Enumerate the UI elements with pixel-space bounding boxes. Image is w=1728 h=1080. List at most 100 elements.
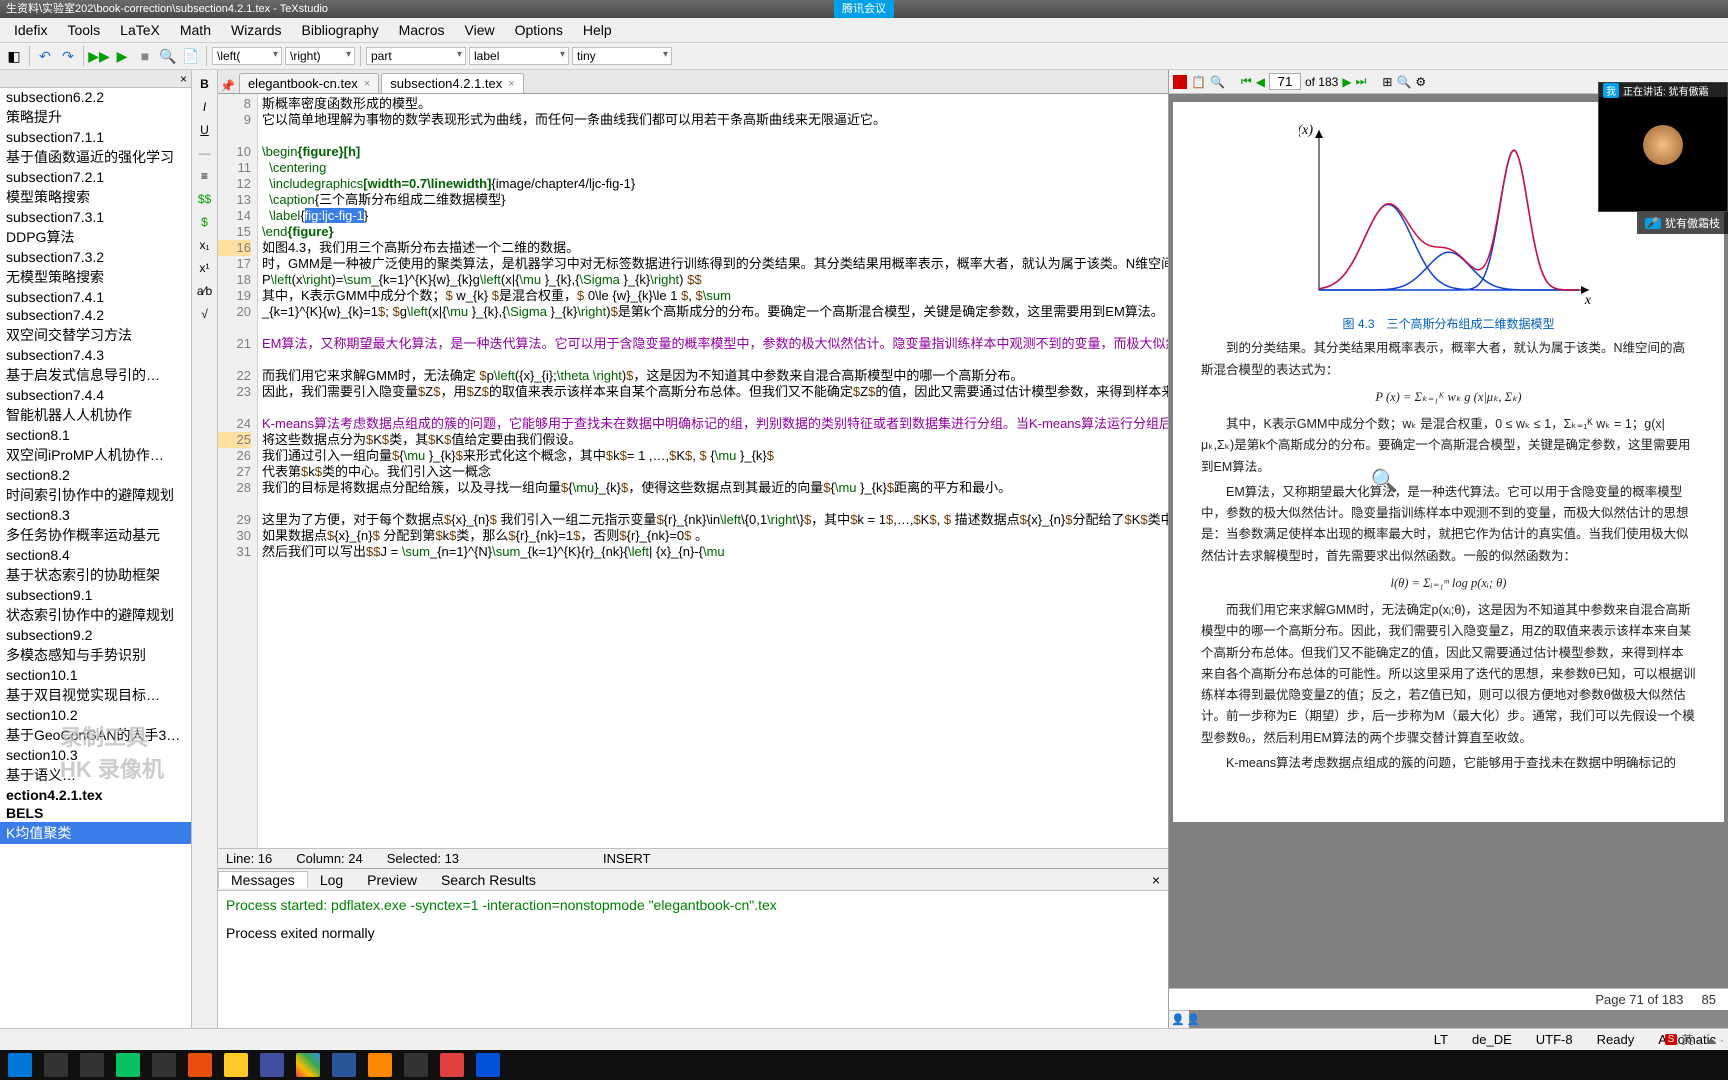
sidebar-item[interactable]: subsection7.2.1 bbox=[0, 168, 191, 186]
sidebar-item[interactable]: section8.2 bbox=[0, 466, 191, 484]
wechat-icon[interactable] bbox=[116, 1053, 140, 1077]
italic-icon[interactable]: I bbox=[195, 97, 215, 117]
sidebar-item[interactable]: section10.1 bbox=[0, 666, 191, 684]
underline-icon[interactable]: U bbox=[195, 120, 215, 140]
msg-tab-messages[interactable]: Messages bbox=[218, 871, 308, 888]
tencent-icon[interactable] bbox=[476, 1053, 500, 1077]
msg-tab-search[interactable]: Search Results bbox=[429, 872, 548, 888]
sidebar-item[interactable]: 基于启发式信息导引的… bbox=[0, 364, 191, 386]
status-enc[interactable]: UTF-8 bbox=[1536, 1032, 1573, 1047]
sidebar-item[interactable]: K均值聚类 bbox=[0, 822, 191, 844]
compile-icon[interactable]: ▶ bbox=[112, 46, 132, 66]
menu-idefix[interactable]: Idefix bbox=[4, 22, 57, 38]
pv-last-icon[interactable]: ⏭ bbox=[1356, 74, 1367, 89]
menu-help[interactable]: Help bbox=[573, 22, 622, 38]
sidebar-item[interactable]: ection4.2.1.tex bbox=[0, 786, 191, 804]
tb-divider-icon[interactable]: ◧ bbox=[4, 46, 24, 66]
sidebar-item[interactable]: DDPG算法 bbox=[0, 226, 191, 248]
frac-icon[interactable]: a⁄b bbox=[195, 281, 215, 301]
pv-page-input[interactable] bbox=[1269, 73, 1301, 90]
sup-icon[interactable]: x¹ bbox=[195, 258, 215, 278]
sidebar-item[interactable]: subsection7.4.4 bbox=[0, 386, 191, 404]
code-editor[interactable]: 89 1011121314151617181920 21 2223 242526… bbox=[218, 94, 1168, 848]
word-icon[interactable] bbox=[332, 1053, 356, 1077]
pv-find-icon[interactable]: 🔍 bbox=[1210, 75, 1225, 89]
sidebar-item[interactable]: subsection7.3.2 bbox=[0, 248, 191, 266]
menu-math[interactable]: Math bbox=[170, 22, 221, 38]
sidebar-item[interactable]: 无模型策略搜索 bbox=[0, 266, 191, 288]
sidebar-item[interactable]: 模型策略搜索 bbox=[0, 186, 191, 208]
close-icon[interactable]: × bbox=[364, 78, 370, 90]
sidebar-item[interactable]: section8.3 bbox=[0, 506, 191, 524]
sidebar-item[interactable]: subsection6.2.2 bbox=[0, 88, 191, 106]
stop-icon[interactable]: ■ bbox=[135, 46, 155, 66]
menu-wizards[interactable]: Wizards bbox=[221, 22, 292, 38]
menu-bibliography[interactable]: Bibliography bbox=[292, 22, 389, 38]
texstudio-icon[interactable] bbox=[260, 1053, 284, 1077]
menu-macros[interactable]: Macros bbox=[389, 22, 455, 38]
code-text[interactable]: 斯概率密度函数形成的模型。它以简单地理解为事物的数学表现形式为曲线，而任何一条曲… bbox=[258, 94, 1168, 848]
search-icon[interactable] bbox=[44, 1053, 68, 1077]
explorer-icon[interactable] bbox=[224, 1053, 248, 1077]
sidebar-item[interactable]: 基于值函数逼近的强化学习 bbox=[0, 146, 191, 168]
sub-icon[interactable]: x₁ bbox=[195, 235, 215, 255]
sqrt-icon[interactable]: √ bbox=[195, 304, 215, 324]
windows-taskbar[interactable] bbox=[0, 1050, 1728, 1080]
sidebar-item[interactable]: 时间索引协作中的避障规划 bbox=[0, 484, 191, 506]
system-tray[interactable]: S 英 · ☁ · bbox=[1665, 1031, 1724, 1048]
math-icon[interactable]: $$ bbox=[195, 189, 215, 209]
pv-flag-icon[interactable] bbox=[1173, 75, 1187, 89]
combo-left[interactable]: \left( bbox=[212, 47, 282, 65]
sidebar-item[interactable]: 状态索引协作中的避障规划 bbox=[0, 604, 191, 626]
sidebar-item[interactable]: subsection7.3.1 bbox=[0, 208, 191, 226]
taskview-icon[interactable] bbox=[80, 1053, 104, 1077]
chrome-icon[interactable] bbox=[296, 1053, 320, 1077]
pv-fit-icon[interactable]: ⊞ bbox=[1382, 75, 1392, 89]
pv-first-icon[interactable]: ⏮ bbox=[1241, 74, 1252, 89]
sidebar-item[interactable]: 双空间交替学习方法 bbox=[0, 324, 191, 346]
sidebar-item[interactable]: 基于双目视觉实现目标… bbox=[0, 684, 191, 706]
video-overlay[interactable]: 正在讲话: 犹有傲霜 bbox=[1598, 82, 1728, 212]
sidebar-item[interactable]: section10.2 bbox=[0, 706, 191, 724]
sidebar-item[interactable]: subsection9.1 bbox=[0, 586, 191, 604]
view-pdf-icon[interactable]: 🔍 bbox=[158, 46, 178, 66]
status-lang[interactable]: de_DE bbox=[1472, 1032, 1512, 1047]
everything-icon[interactable] bbox=[368, 1053, 392, 1077]
tencent-meeting-badge[interactable]: 腾讯会议 bbox=[834, 0, 894, 18]
close-icon[interactable]: × bbox=[508, 78, 514, 90]
wps-icon[interactable] bbox=[188, 1053, 212, 1077]
tab-pin-icon[interactable]: 📌 bbox=[220, 79, 235, 93]
combo-right[interactable]: \right) bbox=[285, 47, 355, 65]
tab-subsection421[interactable]: subsection4.2.1.tex× bbox=[381, 73, 523, 93]
menu-view[interactable]: View bbox=[455, 22, 505, 38]
menu-options[interactable]: Options bbox=[505, 22, 573, 38]
combo-label[interactable]: label bbox=[469, 47, 569, 65]
sidebar-item[interactable]: 双空间iProMP人机协作… bbox=[0, 444, 191, 466]
sidebar-item[interactable]: 多模态感知与手势识别 bbox=[0, 644, 191, 666]
sidebar-item[interactable]: subsection7.4.1 bbox=[0, 288, 191, 306]
inline-math-icon[interactable]: $ bbox=[195, 212, 215, 232]
combo-tiny[interactable]: tiny bbox=[572, 47, 672, 65]
msg-tab-preview[interactable]: Preview bbox=[355, 872, 429, 888]
sidebar-item[interactable]: subsection7.4.2 bbox=[0, 306, 191, 324]
sidebar-item[interactable]: section8.4 bbox=[0, 546, 191, 564]
center-icon[interactable]: ≡ bbox=[195, 166, 215, 186]
sidebar-item[interactable]: 智能机器人人机协作 bbox=[0, 404, 191, 426]
pv-config-icon[interactable]: ⚙ bbox=[1415, 75, 1426, 89]
bold-icon[interactable]: B bbox=[195, 74, 215, 94]
terminal-icon[interactable] bbox=[152, 1053, 176, 1077]
sidebar-item[interactable]: 多任务协作概率运动基元 bbox=[0, 524, 191, 546]
view-log-icon[interactable]: 📄 bbox=[181, 46, 201, 66]
pv-next-icon[interactable]: ▶ bbox=[1342, 75, 1351, 89]
sidebar-item[interactable]: 基于GeoConGAN的人手3… bbox=[0, 724, 191, 746]
tab-elegantbook[interactable]: elegantbook-cn.tex× bbox=[239, 73, 379, 93]
pv-user-icon[interactable]: 👤 bbox=[1171, 1013, 1185, 1026]
start-icon[interactable] bbox=[8, 1053, 32, 1077]
combo-part[interactable]: part bbox=[366, 47, 466, 65]
pv-user2-icon[interactable]: 👤 bbox=[1187, 1013, 1201, 1026]
messages-close-icon[interactable]: × bbox=[1144, 872, 1168, 888]
msg-tab-log[interactable]: Log bbox=[308, 872, 355, 888]
sidebar-item[interactable]: 策略提升 bbox=[0, 106, 191, 128]
app-icon[interactable] bbox=[404, 1053, 428, 1077]
pv-zoom-icon[interactable]: 🔍 bbox=[1396, 75, 1411, 89]
